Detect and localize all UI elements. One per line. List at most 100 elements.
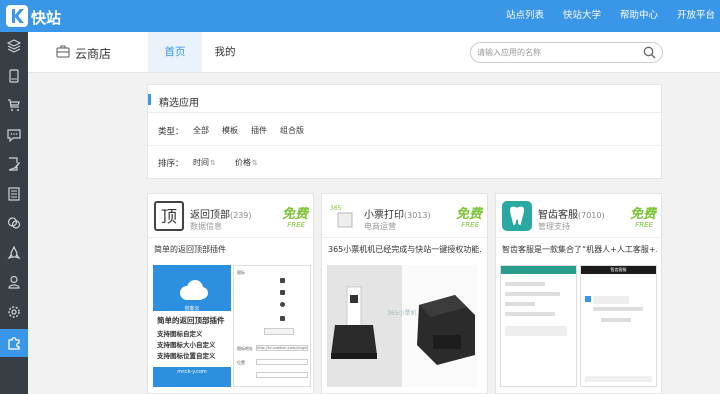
preview-line: 支持图标自定义 <box>157 330 203 338</box>
preview-footer: mcck-y.com <box>177 369 207 375</box>
preview-image: 365小票机 <box>327 265 477 387</box>
card-title[interactable]: 智齿客服(7010) <box>538 206 605 221</box>
search-icon[interactable] <box>643 46 656 59</box>
layers-icon <box>7 39 21 53</box>
svg-text:365: 365 <box>330 205 342 212</box>
preview-image: 创客云 简单的返回顶部插件 支持图标自定义 支持图标大小自定义 支持图标位置自定… <box>153 265 231 387</box>
sidebar-item-rocket[interactable] <box>0 239 28 267</box>
tab-mine[interactable]: 我的 <box>202 32 248 72</box>
preview-message <box>505 312 555 316</box>
card-description: 365小票机机已经完成与快站一键授权功能… <box>328 245 483 254</box>
app-card-zhichi-support[interactable]: 智齿客服(7010) 管理支持 免费 FREE 智齿客服是一款集合了“机器人+人… <box>495 193 662 394</box>
sidebar-item-edit[interactable] <box>0 150 28 178</box>
preview-title: 智齿客服 <box>610 267 627 272</box>
sort-price[interactable]: 价格⇅ <box>235 157 258 168</box>
top-bar: 快站 站点列表 快站大学 帮助中心 开放平台 <box>0 0 720 32</box>
comment-icon <box>7 129 21 142</box>
sidebar-item-plugins[interactable] <box>0 329 28 357</box>
sidebar-item-settings[interactable] <box>0 298 28 326</box>
card-description: 简单的返回顶部插件 <box>154 245 226 254</box>
price-badge: 免费 <box>455 207 482 222</box>
sidebar-item-comment[interactable] <box>0 121 28 149</box>
preview-icon-option <box>280 278 285 283</box>
receipt-mark: 365小票机 <box>387 309 416 317</box>
sidebar-item-layers[interactable] <box>0 32 28 60</box>
card-description: 智齿客服是一款集合了“机器人+人工客服+… <box>502 245 657 254</box>
preview-message <box>505 326 567 336</box>
section-title: 精选应用 <box>159 98 199 109</box>
preview-field-label: 图标地址 <box>237 346 253 351</box>
preview-message <box>505 302 535 306</box>
preview-settings: 图标 图标地址 http://kz.vuedian.com/plugin/bac… <box>233 265 311 387</box>
sort-time[interactable]: 时间⇅ <box>193 157 216 168</box>
tab-home[interactable]: 首页 <box>148 32 202 72</box>
brand-name[interactable]: 快站 <box>31 7 61 28</box>
sidebar-item-chat[interactable] <box>0 209 28 237</box>
card-header: 365 小票打印(3013) 电商运营 免费 FREE <box>322 194 487 238</box>
install-count: (7010) <box>578 211 605 220</box>
kuaizhan-logo-icon[interactable] <box>6 5 28 27</box>
card-category: 管理支持 <box>538 222 570 231</box>
preview-input <box>256 359 308 365</box>
install-count: (3013) <box>404 211 431 220</box>
preview-field-label: 图标 <box>237 270 245 275</box>
preview-input-bar <box>585 376 652 382</box>
card-category: 数据信息 <box>190 222 222 231</box>
svg-text:顶: 顶 <box>161 207 177 226</box>
preview-input <box>256 372 308 378</box>
card-title[interactable]: 小票打印(3013) <box>364 206 431 221</box>
mobile-icon <box>9 69 19 83</box>
top-icon: 顶 <box>154 201 184 231</box>
divider <box>148 112 661 113</box>
type-plugin[interactable]: 插件 <box>251 125 267 136</box>
price-badge: 免费 <box>629 207 656 222</box>
divider <box>148 145 661 146</box>
nav-site-list[interactable]: 站点列表 <box>506 0 544 32</box>
sidebar-item-user[interactable] <box>0 268 28 296</box>
cloud-icon <box>180 280 208 300</box>
app-card-back-to-top[interactable]: 顶 返回顶部(239) 数据信息 免费 FREE 简单的返回顶部插件 创客云 简… <box>147 193 314 394</box>
search-input[interactable]: 请输入应用的名称 <box>477 47 541 58</box>
preview-title-bar <box>501 266 576 274</box>
type-label: 类型： <box>158 127 184 137</box>
preview-message <box>505 282 545 286</box>
gear-icon <box>8 306 20 318</box>
receipt-printer-photo: 365小票机 <box>327 265 477 387</box>
sort-arrows-icon: ⇅ <box>252 159 258 167</box>
type-combo[interactable]: 组合版 <box>280 125 304 136</box>
preview-button <box>264 328 294 335</box>
top-nav: 站点列表 快站大学 帮助中心 开放平台 <box>506 0 720 32</box>
receipt-icon: 365 <box>328 201 358 231</box>
card-name: 返回顶部 <box>190 210 230 221</box>
type-template[interactable]: 模板 <box>222 125 238 136</box>
nav-university[interactable]: 快站大学 <box>563 0 601 32</box>
type-all[interactable]: 全部 <box>193 125 209 136</box>
nav-open-platform[interactable]: 开放平台 <box>677 0 715 32</box>
rocket-icon <box>7 246 21 260</box>
price-badge-en: FREE <box>287 221 305 229</box>
card-header: 智齿客服(7010) 管理支持 免费 FREE <box>496 194 661 238</box>
sort-price-label: 价格 <box>235 158 251 167</box>
sidebar-item-list[interactable] <box>0 180 28 208</box>
store-title: 云商店 <box>75 47 112 61</box>
featured-filter-panel: 精选应用 类型： 全部 模板 插件 组合版 排序： 时间⇅ 价格⇅ <box>147 84 662 179</box>
preview-line: 支持图标位置自定义 <box>157 352 216 360</box>
puzzle-icon <box>8 337 20 350</box>
preview-chat-screen: 智齿客服 <box>580 265 657 387</box>
page-header: 云商店 首页 我的 请输入应用的名称 <box>28 32 720 73</box>
price-badge-en: FREE <box>461 221 479 229</box>
sidebar-item-mobile[interactable] <box>0 62 28 90</box>
preview-icon-option <box>280 316 285 321</box>
card-title[interactable]: 返回顶部(239) <box>190 206 252 221</box>
list-icon <box>8 187 20 201</box>
preview-line: 支持图标大小自定义 <box>157 341 216 349</box>
nav-help-center[interactable]: 帮助中心 <box>620 0 658 32</box>
sort-time-label: 时间 <box>193 158 209 167</box>
preview-message <box>601 318 631 322</box>
search-box[interactable]: 请输入应用的名称 <box>470 42 663 63</box>
chat-icon <box>7 217 21 229</box>
card-name: 小票打印 <box>364 210 404 221</box>
preview-line: 简单的返回顶部插件 <box>157 316 225 325</box>
app-card-receipt-print[interactable]: 365 小票打印(3013) 电商运营 免费 FREE 365小票机机已经完成与… <box>321 193 488 394</box>
sidebar-item-cart[interactable] <box>0 91 28 119</box>
